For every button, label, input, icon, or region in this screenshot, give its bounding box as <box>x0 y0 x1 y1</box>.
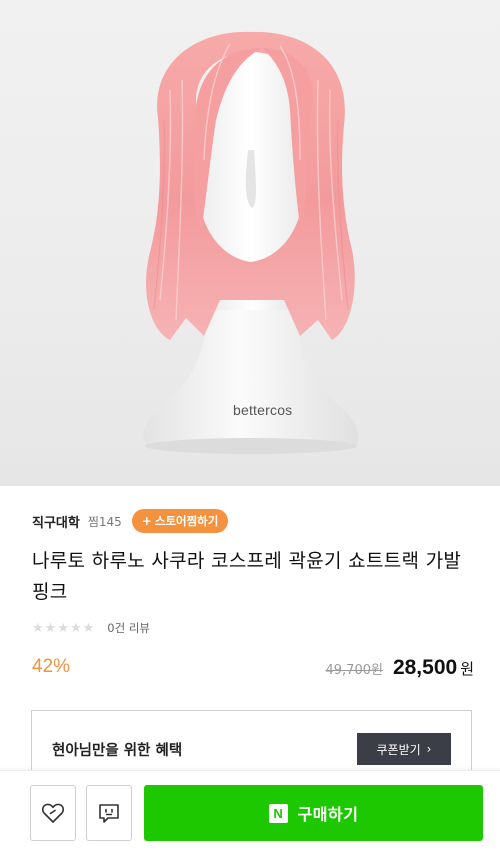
bottom-action-bar: N 구매하기 <box>0 770 500 865</box>
currency-unit: 원 <box>460 660 474 678</box>
product-image[interactable]: bettercos <box>0 0 500 486</box>
store-name[interactable]: 직구대학 <box>32 512 80 531</box>
review-count[interactable]: 0건 리뷰 <box>107 620 150 636</box>
star-icon: ★ <box>82 620 95 636</box>
star-icon: ★ <box>69 620 82 636</box>
coupon-button[interactable]: 쿠폰받기 › <box>357 733 451 765</box>
price-area: 49,700원 28,500 원 <box>326 656 475 680</box>
benefit-title: 현아님만을 위한 혜택 <box>52 743 183 759</box>
product-title: 나루토 하루노 사쿠라 코스프레 곽윤기 쇼트트랙 가발 핑크 <box>32 550 462 603</box>
wish-button[interactable] <box>30 785 76 841</box>
chevron-right-icon: › <box>426 742 432 756</box>
store-favorite-label: 스토어찜하기 <box>154 514 219 528</box>
heart-icon <box>41 803 65 823</box>
chat-icon <box>99 804 119 823</box>
npay-icon: N <box>268 803 288 823</box>
coupon-label: 쿠폰받기 <box>376 742 421 757</box>
rating-stars: ★ ★ ★ ★ ★ <box>32 621 95 636</box>
original-price: 49,700원 <box>325 663 383 678</box>
store-favorite-button[interactable]: + 스토어찜하기 <box>131 509 229 533</box>
star-icon: ★ <box>32 620 44 636</box>
buy-button[interactable]: N 구매하기 <box>144 785 483 841</box>
talk-button[interactable] <box>86 785 132 841</box>
wish-count: 찜145 <box>87 514 122 529</box>
plus-icon: + <box>141 514 152 528</box>
star-icon: ★ <box>44 620 57 636</box>
discount-rate: 42% <box>32 656 71 677</box>
store-row: 직구대학 찜145 + 스토어찜하기 <box>32 508 229 534</box>
buy-label: 구매하기 <box>297 805 359 824</box>
rating-row[interactable]: ★ ★ ★ ★ ★ 0건 리뷰 <box>32 620 150 636</box>
image-watermark: bettercos <box>233 402 293 418</box>
sale-price: 28,500 <box>392 656 458 679</box>
star-icon: ★ <box>57 620 69 636</box>
